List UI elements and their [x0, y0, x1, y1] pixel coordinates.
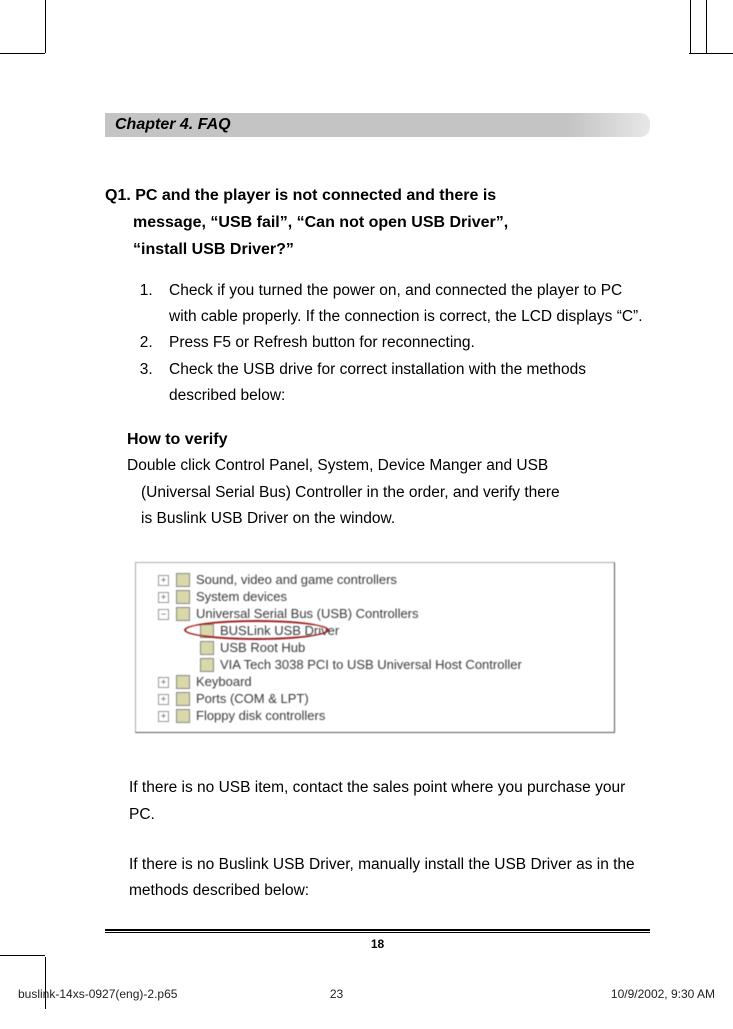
crop-mark: [690, 0, 691, 53]
step-item: Press F5 or Refresh button for reconnect…: [157, 330, 650, 356]
step-item: Check the USB drive for correct installa…: [157, 357, 650, 410]
device-icon: [176, 709, 190, 723]
tree-item: + Sound, video and game controllers: [176, 571, 608, 588]
footer-datetime: 10/9/2002, 9:30 AM: [611, 987, 715, 1001]
crop-mark: [0, 53, 45, 54]
text-line: (Universal Serial Bus) Controller in the…: [127, 480, 650, 506]
question-line: “install USB Driver?”: [105, 236, 650, 263]
device-manager-screenshot: + Sound, video and game controllers + Sy…: [135, 562, 615, 733]
device-icon: [176, 675, 190, 689]
crop-mark: [689, 53, 707, 54]
tree-label: Ports (COM & LPT): [196, 691, 309, 706]
verify-heading: How to verify: [105, 431, 650, 449]
paragraph: If there is no Buslink USB Driver, manua…: [105, 852, 650, 905]
question-line: message, “USB fail”, “Can not open USB D…: [105, 209, 650, 236]
crop-mark: [0, 955, 45, 956]
device-icon: [176, 590, 190, 604]
tree-label: VIA Tech 3038 PCI to USB Universal Host …: [220, 657, 522, 672]
page-content: Chapter 4. FAQ Q1. PC and the player is …: [105, 113, 650, 951]
device-icon: [200, 624, 214, 638]
verify-text: Double click Control Panel, System, Devi…: [105, 453, 650, 532]
tree-item: + Floppy disk controllers: [176, 707, 608, 724]
tree-item: USB Root Hub: [176, 639, 608, 656]
tree-item: − Universal Serial Bus (USB) Controllers: [176, 605, 608, 622]
tree-label: Floppy disk controllers: [196, 708, 325, 723]
device-icon: [200, 658, 214, 672]
tree-label: Keyboard: [196, 674, 252, 689]
tree-item: + System devices: [176, 588, 608, 605]
tree-item: + Keyboard: [176, 673, 608, 690]
tree-label: Sound, video and game controllers: [196, 572, 397, 587]
expand-icon: +: [158, 592, 169, 603]
question-prefix: Q1.: [105, 187, 135, 204]
tree-label: Universal Serial Bus (USB) Controllers: [196, 606, 419, 621]
expand-icon: +: [158, 575, 169, 586]
expand-icon: +: [158, 677, 169, 688]
crop-mark: [45, 0, 46, 53]
device-icon: [176, 692, 190, 706]
tree-label: System devices: [196, 589, 287, 604]
footer-page: 23: [330, 987, 343, 1001]
tree-label: BUSLink USB Driver: [220, 623, 339, 638]
step-item: Check if you turned the power on, and co…: [157, 278, 650, 331]
tree-label: USB Root Hub: [220, 640, 305, 655]
document-footer: buslink-14xs-0927(eng)-2.p65 23 10/9/200…: [0, 987, 733, 1001]
collapse-icon: −: [158, 609, 169, 620]
page-rule: [105, 929, 650, 933]
text-line: is Buslink USB Driver on the window.: [127, 506, 650, 532]
expand-icon: +: [158, 711, 169, 722]
chapter-title: Chapter 4. FAQ: [105, 113, 650, 137]
expand-icon: +: [158, 694, 169, 705]
footer-filename: buslink-14xs-0927(eng)-2.p65: [18, 987, 177, 1001]
device-icon: [176, 607, 190, 621]
question-line: PC and the player is not connected and t…: [135, 187, 496, 204]
crop-mark: [706, 0, 707, 53]
steps-list: Check if you turned the power on, and co…: [105, 278, 650, 410]
device-icon: [176, 573, 190, 587]
page-number: 18: [105, 937, 650, 951]
tree-item: + Ports (COM & LPT): [176, 690, 608, 707]
crop-mark: [45, 957, 46, 1009]
tree-item-highlighted: BUSLink USB Driver: [176, 622, 608, 639]
text-line: Double click Control Panel, System, Devi…: [127, 457, 548, 474]
paragraph: If there is no USB item, contact the sal…: [105, 775, 650, 828]
device-icon: [200, 641, 214, 655]
crop-mark: [705, 53, 733, 54]
faq-question: Q1. PC and the player is not connected a…: [105, 182, 650, 264]
tree-item: VIA Tech 3038 PCI to USB Universal Host …: [176, 656, 608, 673]
